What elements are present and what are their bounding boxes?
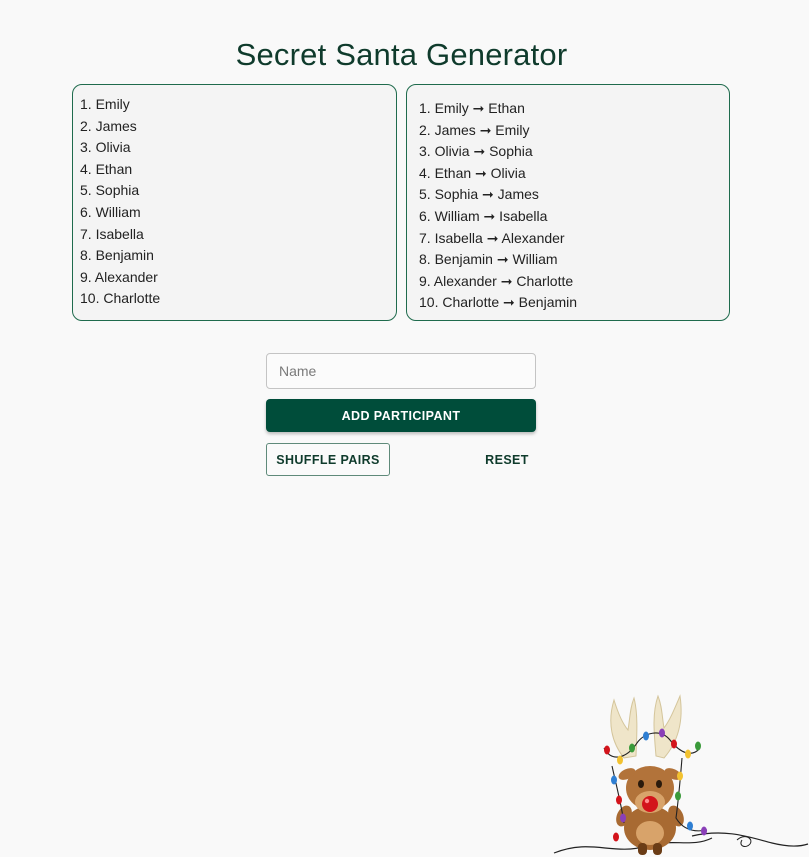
pair-item: 3. Olivia ➞ Sophia <box>419 143 533 160</box>
pair-item: 8. Benjamin ➞ William <box>419 251 558 268</box>
participant-item: 6. William <box>80 203 141 220</box>
pair-item: 1. Emily ➞ Ethan <box>419 100 525 116</box>
participant-item: 10. Charlotte <box>80 290 161 307</box>
shuffle-pairs-button[interactable]: SHUFFLE PAIRS <box>266 443 390 476</box>
pair-item: 2. James ➞ Emily <box>419 121 530 138</box>
pairs-panel: 1. Emily ➞ Ethan 2. James ➞ Emily 3. Oli… <box>406 84 730 321</box>
pairs-list: 1. Emily ➞ Ethan 2. James ➞ Emily 3. Oli… <box>419 98 729 314</box>
participants-panel: 1. Emily 2. James 3. Olivia 4. Ethan 5. … <box>72 84 397 321</box>
pair-item: 9. Alexander ➞ Charlotte <box>419 272 574 289</box>
participant-item: 4. Ethan <box>80 160 133 177</box>
add-participant-button[interactable]: ADD PARTICIPANT <box>266 399 536 432</box>
pair-item: 4. Ethan ➞ Olivia <box>419 164 526 181</box>
participant-item: 3. Olivia <box>80 139 131 156</box>
participant-item: 8. Benjamin <box>80 247 154 264</box>
participants-list: 1. Emily 2. James 3. Olivia 4. Ethan 5. … <box>80 94 396 310</box>
name-field <box>266 353 536 389</box>
participant-item: 9. Alexander <box>80 268 158 285</box>
pair-item: 7. Isabella ➞ Alexander <box>419 229 565 246</box>
name-input[interactable] <box>267 354 535 388</box>
participant-item: 2. James <box>80 117 137 134</box>
pair-item: 10. Charlotte ➞ Benjamin <box>419 294 578 311</box>
pair-item: 5. Sophia ➞ James <box>419 186 539 203</box>
reset-button[interactable]: RESET <box>472 443 542 476</box>
participant-item: 1. Emily <box>80 96 130 112</box>
participant-item: 5. Sophia <box>80 182 140 199</box>
participant-item: 7. Isabella <box>80 225 144 242</box>
pair-item: 6. William ➞ Isabella <box>419 207 548 224</box>
page-title: Secret Santa Generator <box>235 36 568 72</box>
reindeer-with-christmas-lights-icon <box>553 694 809 855</box>
